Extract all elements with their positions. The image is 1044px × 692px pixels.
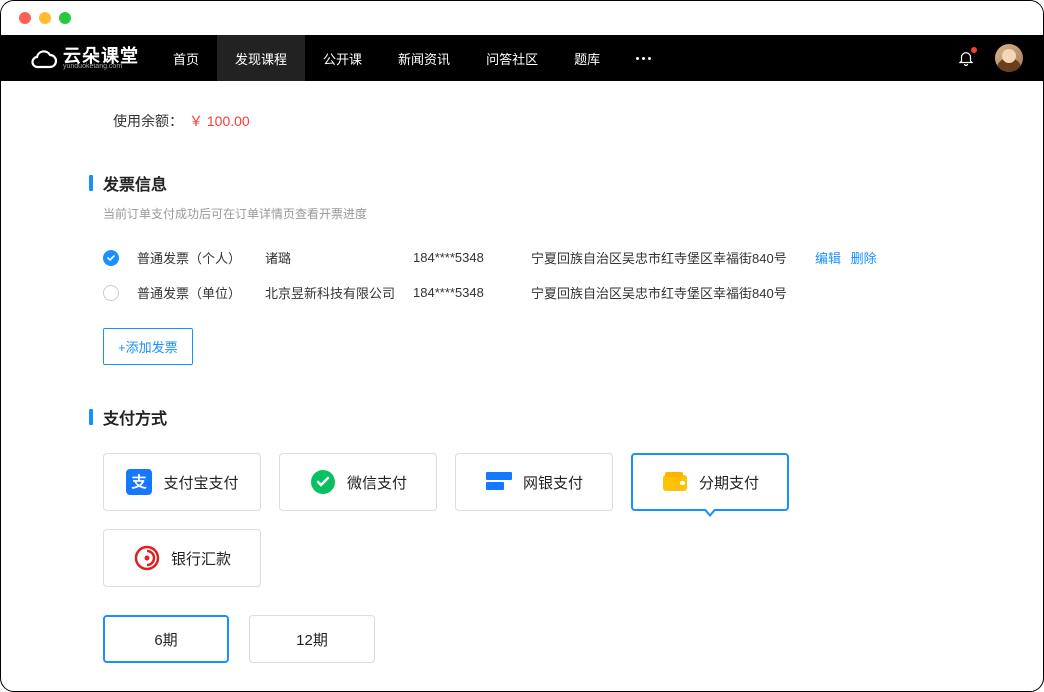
- nav-item-home[interactable]: 首页: [155, 35, 217, 81]
- radio-unchecked-icon[interactable]: [103, 285, 119, 301]
- logo-subtext: yunduoketang.com: [63, 63, 122, 70]
- logo[interactable]: 云朵课堂 yunduoketang.com: [31, 47, 139, 70]
- wechat-pay-icon: [309, 468, 337, 496]
- invoice-phone: 184****5348: [413, 250, 513, 265]
- top-nav: 云朵课堂 yunduoketang.com 首页 发现课程 公开课 新闻资讯 问…: [1, 35, 1043, 81]
- invoice-type: 普通发票（个人）: [137, 248, 247, 267]
- svg-text:支: 支: [131, 473, 148, 491]
- invoice-row[interactable]: 普通发票（单位） 北京昱新科技有限公司 184****5348 宁夏回族自治区吴…: [89, 275, 955, 310]
- installment-terms: 6期 12期: [103, 615, 955, 663]
- pay-method-alipay[interactable]: 支 支付宝支付: [103, 453, 261, 511]
- notification-dot-icon: [971, 47, 977, 53]
- nav-item-news[interactable]: 新闻资讯: [380, 35, 468, 81]
- window-close-dot[interactable]: [19, 12, 31, 24]
- page-content: 使用余额： ￥ 100.00 发票信息 当前订单支付成功后可在订单详情页查看开票进…: [1, 81, 1043, 691]
- nav-item-discover[interactable]: 发现课程: [217, 35, 305, 81]
- invoice-section-subtitle: 当前订单支付成功后可在订单详情页查看开票进度: [103, 205, 955, 222]
- wallet-icon: [661, 468, 689, 496]
- nav-items: 首页 发现课程 公开课 新闻资讯 问答社区 题库: [155, 35, 669, 81]
- macos-titlebar: [1, 1, 1043, 35]
- payment-section-header: 支付方式: [89, 405, 955, 429]
- notifications-bell-icon[interactable]: [957, 49, 975, 67]
- invoice-address: 宁夏回族自治区吴忠市红寺堡区幸福街840号: [531, 283, 791, 302]
- nav-item-open-class[interactable]: 公开课: [305, 35, 380, 81]
- pay-method-bank[interactable]: 网银支付: [455, 453, 613, 511]
- invoice-edit-link[interactable]: 编辑: [815, 251, 841, 266]
- invoice-delete-link[interactable]: 删除: [851, 251, 877, 266]
- logo-cloud-icon: [31, 47, 57, 69]
- payment-section-title: 支付方式: [103, 405, 167, 429]
- invoice-type: 普通发票（单位）: [137, 283, 247, 302]
- pay-method-label: 网银支付: [523, 472, 583, 493]
- app-window: 云朵课堂 yunduoketang.com 首页 发现课程 公开课 新闻资讯 问…: [0, 0, 1044, 692]
- add-invoice-button[interactable]: +添加发票: [103, 328, 193, 365]
- pay-method-label: 银行汇款: [171, 548, 231, 569]
- section-bar-icon: [89, 175, 93, 191]
- invoice-name: 诸璐: [265, 248, 395, 267]
- pay-method-wire[interactable]: 银行汇款: [103, 529, 261, 587]
- invoice-row[interactable]: 普通发票（个人） 诸璐 184****5348 宁夏回族自治区吴忠市红寺堡区幸福…: [89, 240, 955, 275]
- nav-item-bank[interactable]: 题库: [556, 35, 618, 81]
- nav-item-qa[interactable]: 问答社区: [468, 35, 556, 81]
- user-avatar[interactable]: [995, 44, 1023, 72]
- payment-methods: 支 支付宝支付 微信支付 网银支付: [103, 453, 955, 587]
- unionpay-icon: [485, 468, 513, 496]
- window-minimize-dot[interactable]: [39, 12, 51, 24]
- pay-method-label: 分期支付: [699, 472, 759, 493]
- balance-amount: ￥ 100.00: [189, 113, 250, 129]
- section-bar-icon: [89, 409, 93, 425]
- bank-remit-icon: [133, 544, 161, 572]
- radio-checked-icon[interactable]: [103, 250, 119, 266]
- pay-method-label: 支付宝支付: [163, 472, 238, 493]
- pay-method-label: 微信支付: [347, 472, 407, 493]
- invoice-section-title: 发票信息: [103, 171, 167, 195]
- term-option-12[interactable]: 12期: [249, 615, 375, 663]
- invoice-phone: 184****5348: [413, 285, 513, 300]
- invoice-address: 宁夏回族自治区吴忠市红寺堡区幸福街840号: [531, 248, 791, 267]
- pay-method-installment[interactable]: 分期支付: [631, 453, 789, 511]
- invoice-section-header: 发票信息: [89, 171, 955, 195]
- balance-label: 使用余额：: [113, 113, 183, 129]
- term-option-6[interactable]: 6期: [103, 615, 229, 663]
- nav-more-icon[interactable]: [618, 35, 669, 81]
- invoice-name: 北京昱新科技有限公司: [265, 283, 395, 302]
- window-zoom-dot[interactable]: [59, 12, 71, 24]
- pay-method-wechat[interactable]: 微信支付: [279, 453, 437, 511]
- balance-line: 使用余额： ￥ 100.00: [113, 111, 955, 131]
- alipay-icon: 支: [125, 468, 153, 496]
